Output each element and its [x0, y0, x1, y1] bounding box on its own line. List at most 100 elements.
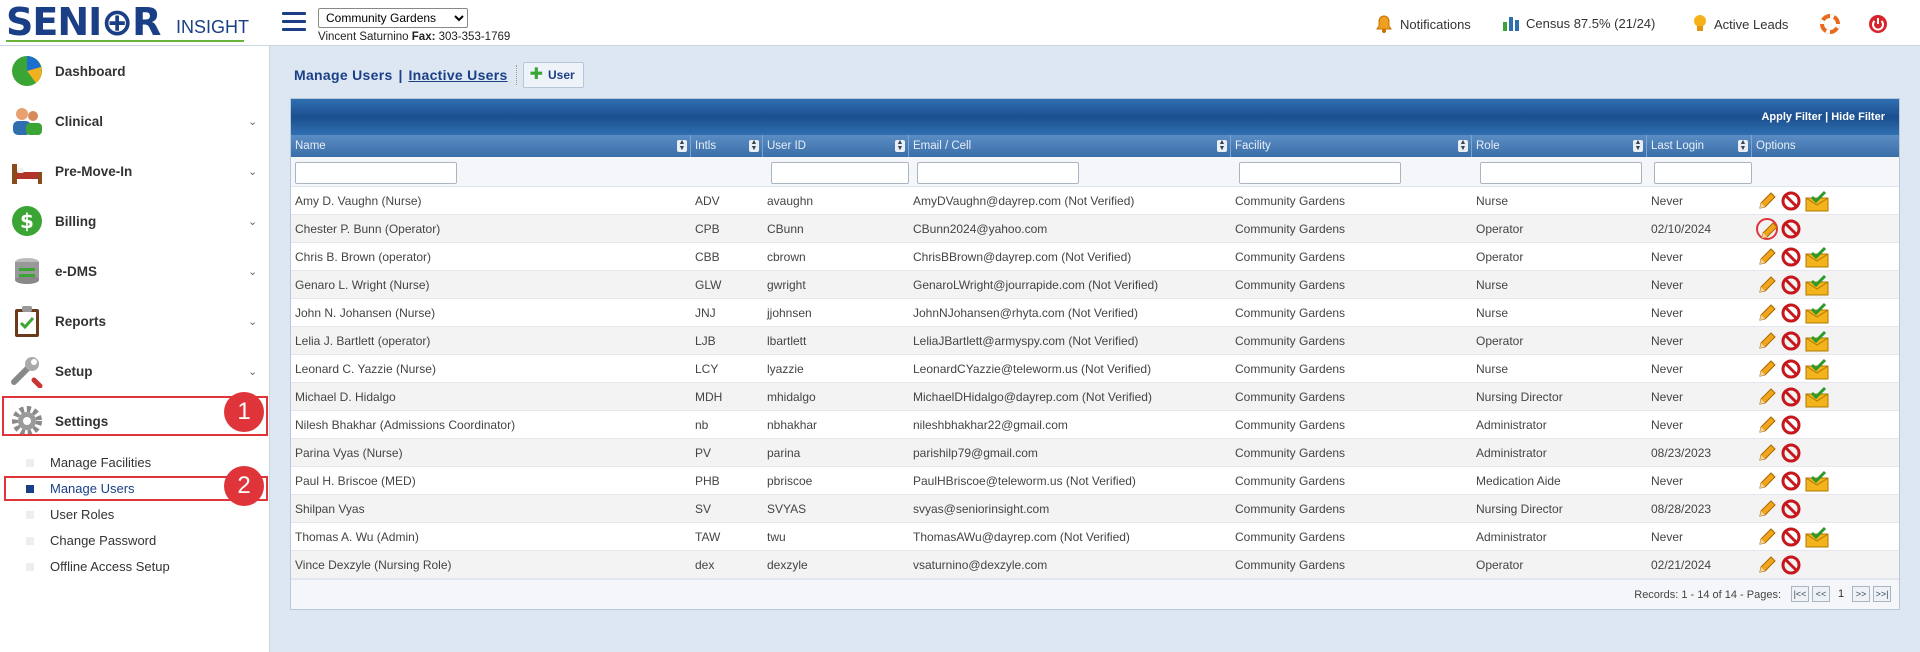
- inactive-users-link[interactable]: Inactive Users: [408, 67, 507, 83]
- census-link[interactable]: Census 87.5% (21/24): [1502, 14, 1655, 32]
- first-page-button[interactable]: |<<: [1791, 586, 1809, 602]
- col-header-last-login[interactable]: Last Login ▲ ▼: [1647, 135, 1752, 157]
- hide-filter-link[interactable]: Hide Filter: [1831, 111, 1885, 123]
- disable-icon[interactable]: [1780, 330, 1802, 352]
- edit-icon[interactable]: [1756, 414, 1778, 436]
- edit-icon[interactable]: [1756, 554, 1778, 576]
- cell-last-login: 02/21/2024: [1651, 558, 1712, 572]
- menu-toggle-icon[interactable]: [282, 12, 306, 32]
- sidebar-item-dashboard[interactable]: Dashboard: [0, 46, 270, 96]
- disable-icon[interactable]: [1780, 218, 1802, 240]
- col-header-label: Facility: [1235, 140, 1271, 152]
- sidebar-sub-offline-access-setup[interactable]: Offline Access Setup: [0, 554, 270, 580]
- col-header-email[interactable]: Email / Cell ▲ ▼: [909, 135, 1231, 157]
- filter-facility-input[interactable]: [1239, 162, 1401, 184]
- active-leads-link[interactable]: Active Leads: [1692, 14, 1788, 34]
- sort-icon[interactable]: ▲ ▼: [749, 139, 759, 152]
- facility-select[interactable]: Community Gardens: [318, 8, 468, 28]
- filter-last-login-input[interactable]: [1654, 162, 1752, 184]
- col-header-user-id[interactable]: User ID ▲ ▼: [763, 135, 909, 157]
- send-verification-icon[interactable]: [1804, 358, 1830, 380]
- sidebar-item-clinical[interactable]: Clinical ⌄: [0, 96, 270, 146]
- sidebar-sub-user-roles[interactable]: User Roles: [0, 502, 270, 528]
- prev-page-button[interactable]: <<: [1812, 586, 1830, 602]
- send-verification-icon[interactable]: [1804, 526, 1830, 548]
- filter-name-input[interactable]: [295, 162, 457, 184]
- table-row[interactable]: Nilesh Bhakhar (Admissions Coordinator) n…: [291, 411, 1899, 439]
- disable-icon[interactable]: [1780, 498, 1802, 520]
- table-row[interactable]: Lelia J. Bartlett (operator) LJB lbartlett…: [291, 327, 1899, 355]
- sidebar-item-reports[interactable]: Reports ⌄: [0, 296, 270, 346]
- sort-icon[interactable]: ▲ ▼: [677, 139, 687, 152]
- next-page-button[interactable]: >>: [1852, 586, 1870, 602]
- sort-icon[interactable]: ▲ ▼: [1217, 139, 1227, 152]
- table-row[interactable]: Amy D. Vaughn (Nurse) ADV avaughn AmyDVaugh…: [291, 187, 1899, 215]
- table-row[interactable]: Paul H. Briscoe (MED) PHB pbriscoe PaulHBri…: [291, 467, 1899, 495]
- sidebar-item-setup[interactable]: Setup ⌄: [0, 346, 270, 396]
- logout-button[interactable]: [1868, 14, 1894, 34]
- col-header-name[interactable]: Name ▲ ▼: [291, 135, 691, 157]
- cell-name: Paul H. Briscoe (MED): [295, 474, 416, 488]
- disable-icon[interactable]: [1780, 190, 1802, 212]
- send-verification-icon[interactable]: [1804, 470, 1830, 492]
- edit-icon[interactable]: [1756, 246, 1778, 268]
- disable-icon[interactable]: [1780, 274, 1802, 296]
- send-verification-icon[interactable]: [1804, 246, 1830, 268]
- edit-icon[interactable]: [1756, 442, 1778, 464]
- disable-icon[interactable]: [1780, 302, 1802, 324]
- filter-user-id-input[interactable]: [771, 162, 909, 184]
- disable-icon[interactable]: [1780, 526, 1802, 548]
- sidebar-item-edms[interactable]: e-DMS ⌄: [0, 246, 270, 296]
- send-verification-icon[interactable]: [1804, 302, 1830, 324]
- disable-icon[interactable]: [1780, 386, 1802, 408]
- col-header-role[interactable]: Role ▲ ▼: [1472, 135, 1647, 157]
- sort-icon[interactable]: ▲ ▼: [1633, 139, 1643, 152]
- notifications-link[interactable]: Notifications: [1374, 14, 1471, 34]
- edit-icon[interactable]: [1756, 358, 1778, 380]
- send-verification-icon[interactable]: [1804, 330, 1830, 352]
- disable-icon[interactable]: [1780, 442, 1802, 464]
- sidebar-sub-change-password[interactable]: Change Password: [0, 528, 270, 554]
- sort-icon[interactable]: ▲ ▼: [895, 139, 905, 152]
- table-row[interactable]: Parina Vyas (Nurse) PV parina parishilp79@g…: [291, 439, 1899, 467]
- edit-icon[interactable]: [1756, 302, 1778, 324]
- table-row[interactable]: Chris B. Brown (operator) CBB cbrown ChrisB…: [291, 243, 1899, 271]
- sidebar-item-billing[interactable]: $ Billing ⌄: [0, 196, 270, 246]
- table-row[interactable]: Vince Dexzyle (Nursing Role) dex dexzyle vs…: [291, 551, 1899, 579]
- send-verification-icon[interactable]: [1804, 274, 1830, 296]
- table-row[interactable]: Michael D. Hidalgo MDH mhidalgo MichaelDHid…: [291, 383, 1899, 411]
- filter-role-input[interactable]: [1480, 162, 1642, 184]
- disable-icon[interactable]: [1780, 246, 1802, 268]
- sort-icon[interactable]: ▲ ▼: [1458, 139, 1468, 152]
- cell-user-id: nbhakhar: [767, 418, 818, 432]
- edit-icon[interactable]: [1756, 470, 1778, 492]
- col-header-facility[interactable]: Facility ▲ ▼: [1231, 135, 1472, 157]
- table-row[interactable]: Chester P. Bunn (Operator) CPB CBunn CBunn2…: [291, 215, 1899, 243]
- edit-icon[interactable]: [1756, 330, 1778, 352]
- last-page-button[interactable]: >>|: [1873, 586, 1891, 602]
- edit-icon[interactable]: [1756, 498, 1778, 520]
- disable-icon[interactable]: [1780, 554, 1802, 576]
- col-header-intls[interactable]: Intls ▲ ▼: [691, 135, 763, 157]
- apply-filter-link[interactable]: Apply Filter: [1761, 111, 1822, 123]
- table-row[interactable]: Leonard C. Yazzie (Nurse) LCY lyazzie Leona…: [291, 355, 1899, 383]
- disable-icon[interactable]: [1780, 470, 1802, 492]
- disable-icon[interactable]: [1780, 414, 1802, 436]
- send-verification-icon[interactable]: [1804, 386, 1830, 408]
- add-user-button[interactable]: ✚ User: [522, 62, 584, 88]
- edit-icon[interactable]: [1756, 526, 1778, 548]
- edit-icon[interactable]: [1756, 274, 1778, 296]
- table-row[interactable]: Genaro L. Wright (Nurse) GLW gwright Genaro…: [291, 271, 1899, 299]
- sidebar-item-pre-move-in[interactable]: Pre-Move-In ⌄: [0, 146, 270, 196]
- disable-icon[interactable]: [1780, 358, 1802, 380]
- table-row[interactable]: Thomas A. Wu (Admin) TAW twu ThomasAWu@dayr…: [291, 523, 1899, 551]
- sort-icon[interactable]: ▲ ▼: [1738, 139, 1748, 152]
- edit-icon[interactable]: [1756, 190, 1778, 212]
- table-row[interactable]: John N. Johansen (Nurse) JNJ jjohnsen JohnN…: [291, 299, 1899, 327]
- edit-icon[interactable]: [1756, 218, 1778, 240]
- send-verification-icon[interactable]: [1804, 190, 1830, 212]
- filter-email-input[interactable]: [917, 162, 1079, 184]
- help-button[interactable]: [1820, 14, 1846, 34]
- edit-icon[interactable]: [1756, 386, 1778, 408]
- table-row[interactable]: Shilpan Vyas SV SVYAS svyas@seniorinsight.c…: [291, 495, 1899, 523]
